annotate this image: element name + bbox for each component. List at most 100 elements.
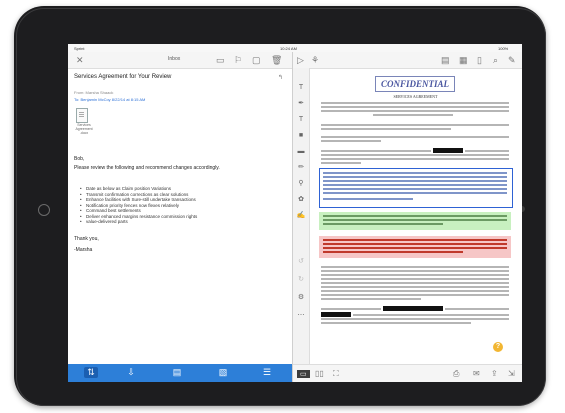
text-line <box>323 188 507 190</box>
text-line <box>321 124 509 126</box>
flag-icon[interactable]: ⚐ <box>234 55 242 65</box>
text-line <box>321 136 509 138</box>
shape-tool-icon[interactable]: ✿ <box>296 196 306 204</box>
text-line <box>323 172 507 174</box>
text-line <box>323 176 507 178</box>
email-pane: ✕ Inbox ▭ ⚐ ▢ 🗑 Services Agreement for Y… <box>68 52 293 382</box>
list-item: value-delivered parts <box>80 219 197 225</box>
text-line <box>353 314 509 316</box>
email-to[interactable]: To: Benjamin McCoy 8/22/14 at 8:15 AM <box>74 97 145 102</box>
document-toolbar: ▷ ⚘ ▤ ▦ ▯ ⌕ ✎ <box>293 52 522 69</box>
redaction-bar <box>433 148 463 153</box>
bookmark-icon[interactable]: ▯ <box>477 55 482 65</box>
single-page-view-icon[interactable]: ▭ <box>297 370 310 378</box>
carrier-label: Sprint <box>74 46 85 51</box>
text-line <box>321 282 509 284</box>
text-line <box>323 180 507 182</box>
export-icon[interactable]: ⇲ <box>508 369 515 378</box>
tab-send-icon[interactable]: ⇩ <box>124 367 138 378</box>
document-bottom-bar: ▭ ▯▯ ⛶ ⎙ ✉ ⇪ ⇲ <box>293 364 522 382</box>
tab-archive-icon[interactable]: ▤ <box>170 367 184 378</box>
pen-tool-icon[interactable]: ✒ <box>296 100 306 108</box>
grid-icon[interactable]: ▦ <box>459 55 468 65</box>
text-line <box>323 247 507 249</box>
text-line <box>323 219 507 221</box>
ipad-screen: Sprint 10:24 AM 100% ✕ Inbox ▭ ⚐ ▢ 🗑 Ser… <box>68 44 522 382</box>
close-icon[interactable]: ✕ <box>76 55 84 65</box>
underline-tool-icon[interactable]: ✏ <box>296 164 306 172</box>
text-line <box>321 318 509 320</box>
signature-tool-icon[interactable]: ✍ <box>296 212 306 220</box>
search-icon[interactable]: ⌕ <box>493 55 498 65</box>
note-tool-icon[interactable]: ■ <box>296 132 306 140</box>
redaction-bar <box>321 312 351 317</box>
edit-icon[interactable]: ✎ <box>508 55 516 65</box>
undo-icon[interactable]: ↺ <box>296 258 306 266</box>
print-icon[interactable]: ⎙ <box>453 369 459 379</box>
email-greeting: Bob, <box>74 156 85 162</box>
clock: 10:24 AM <box>280 46 297 51</box>
text-line <box>321 270 509 272</box>
reply-icon[interactable]: ↰ <box>278 73 283 83</box>
tab-forms-icon[interactable]: ▧ <box>216 367 230 378</box>
text-line <box>323 251 463 253</box>
fullscreen-icon[interactable]: ⛶ <box>333 369 339 379</box>
confidential-stamp: CONFIDENTIAL <box>375 76 455 92</box>
text-tool-icon[interactable]: T <box>296 84 306 92</box>
highlight-tool-icon[interactable]: ▬ <box>296 148 306 156</box>
annotation-toolbar: T ✒ T ■ ▬ ✏ ⚲ ✿ ✍ ↺ ↻ ⚙ ⋯ <box>293 68 310 364</box>
attachment-doc-icon[interactable] <box>76 108 88 123</box>
text-line <box>321 308 381 310</box>
text-line <box>323 243 507 245</box>
tab-inbox-icon[interactable]: ⇅ <box>84 367 98 378</box>
text-line <box>321 274 509 276</box>
folder-icon[interactable]: ▢ <box>252 55 261 65</box>
tab-list-icon[interactable]: ☰ <box>260 367 274 378</box>
email-closing: Thank you, <box>74 236 99 242</box>
share-out-icon[interactable]: ⇪ <box>491 369 498 378</box>
document-heading: SERVICES AGREEMENT <box>393 94 438 99</box>
battery-label: 100% <box>498 46 509 51</box>
text-line <box>323 223 443 225</box>
text-line <box>321 278 509 280</box>
text-line <box>321 298 421 300</box>
help-icon[interactable]: ? <box>493 342 503 352</box>
two-page-view-icon[interactable]: ▯▯ <box>315 369 324 378</box>
redaction-bar <box>383 306 443 311</box>
mail-icon[interactable]: ✉ <box>473 369 480 378</box>
text-line <box>321 290 509 292</box>
attachment-label[interactable]: Services Agreement .docx <box>72 123 96 135</box>
text-line <box>321 128 451 130</box>
text-line <box>323 198 413 200</box>
email-intro: Please review the following and recommen… <box>74 165 220 171</box>
pdf-page[interactable]: CONFIDENTIAL SERVICES AGREEMENT <box>313 72 518 362</box>
pages-icon[interactable]: ▤ <box>441 55 450 65</box>
text-line <box>321 286 509 288</box>
type-tool-icon[interactable]: T <box>296 116 306 124</box>
format-icon[interactable]: ▭ <box>216 55 225 65</box>
sidebar-toggle-icon[interactable]: ▷ <box>297 55 304 65</box>
settings-icon[interactable]: ⚙ <box>296 294 306 302</box>
home-button[interactable] <box>38 204 50 216</box>
text-line <box>321 322 471 324</box>
text-line <box>321 162 361 164</box>
trash-icon[interactable]: 🗑 <box>271 55 282 65</box>
text-line <box>321 140 381 142</box>
email-bullet-list: Date as below as Claim position Variatio… <box>80 186 197 225</box>
text-line <box>323 239 507 241</box>
text-line <box>321 158 509 160</box>
share-icon[interactable]: ⚘ <box>311 55 319 65</box>
text-line <box>323 192 507 194</box>
email-signature: -Marsha <box>74 247 93 253</box>
more-icon[interactable]: ⋯ <box>296 312 306 320</box>
status-bar: Sprint 10:24 AM 100% <box>68 44 522 52</box>
text-line <box>321 106 509 108</box>
email-subject: Services Agreement for Your Review <box>74 74 172 80</box>
text-line <box>321 150 431 152</box>
redo-icon[interactable]: ↻ <box>296 276 306 284</box>
bottom-tab-bar: ⇅ ⇩ ▤ ▧ ☰ <box>68 364 292 382</box>
email-from: From: Marsha Shaack <box>74 90 114 95</box>
text-line <box>321 266 509 268</box>
stamp-tool-icon[interactable]: ⚲ <box>296 180 306 188</box>
text-line <box>445 308 509 310</box>
